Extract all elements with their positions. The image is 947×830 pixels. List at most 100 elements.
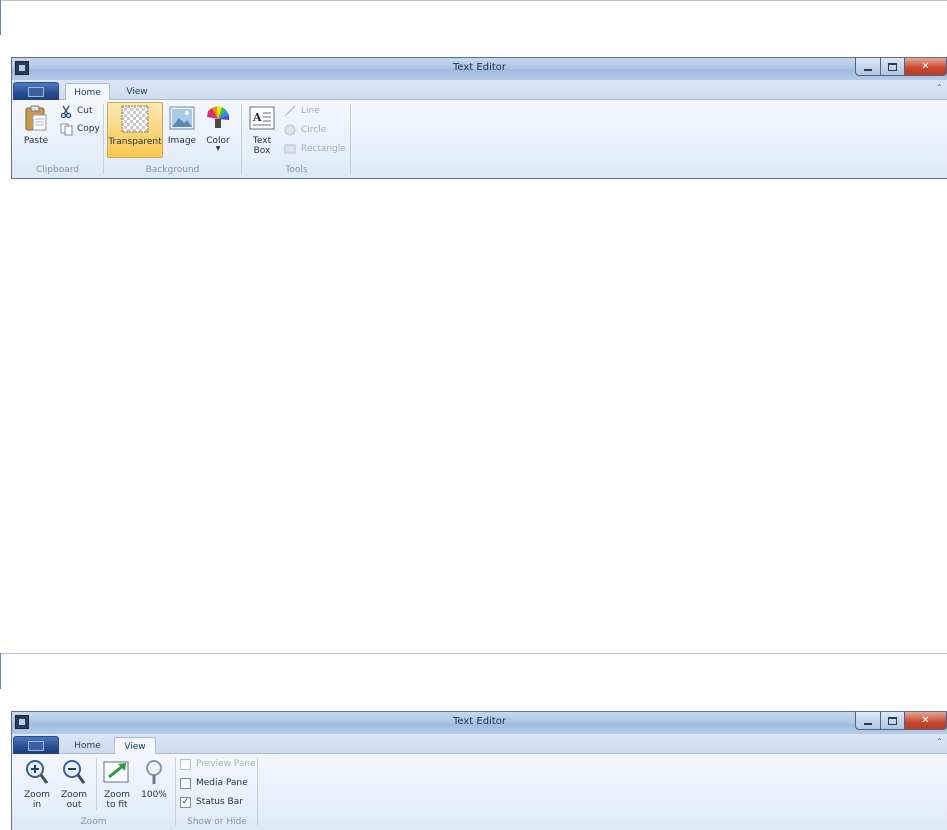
- media-pane-label: Media Pane: [196, 778, 248, 788]
- zoom-out-label-line1: Zoom: [61, 790, 87, 800]
- text-editor-window-home: Text Editor ✕ Home View ⌃ Paste Cut Copy…: [11, 57, 947, 179]
- copy-button[interactable]: Copy: [59, 121, 100, 137]
- section-divider: [0, 653, 947, 654]
- window-title: Text Editor: [453, 62, 506, 73]
- magnifier-icon: [138, 757, 170, 787]
- paste-label: Paste: [23, 136, 49, 146]
- close-icon: ✕: [921, 714, 930, 726]
- title-bar[interactable]: Text Editor ✕: [12, 58, 947, 80]
- cut-button[interactable]: Cut: [59, 103, 93, 119]
- line-button[interactable]: Line: [283, 103, 320, 119]
- checkbox-box: [180, 777, 191, 789]
- checkbox-box: [180, 758, 191, 770]
- zoom-group: Zoom in Zoom out Zoom to fit 100% Zoom: [12, 754, 175, 830]
- title-bar[interactable]: Text Editor ✕: [12, 712, 947, 734]
- circle-icon: [283, 123, 297, 137]
- ribbon-collapse-button[interactable]: ⌃: [936, 737, 943, 746]
- rectangle-label: Rectangle: [301, 144, 346, 154]
- rectangle-icon: [283, 142, 297, 156]
- ribbon-tab-row: Home View ⌃: [12, 734, 947, 756]
- group-separator: [175, 758, 176, 826]
- transparent-label: Transparent: [108, 137, 162, 147]
- zoom-out-button[interactable]: Zoom out: [58, 757, 90, 810]
- clipboard-group: Paste Cut Copy Clipboard: [12, 100, 103, 178]
- zoom-to-fit-icon: [101, 757, 133, 787]
- show-or-hide-group: Preview Pane Media Pane ✓ Status Bar Sho…: [177, 754, 257, 830]
- show-or-hide-group-label: Show or Hide: [187, 817, 247, 827]
- text-box-icon: A: [246, 103, 278, 133]
- maximize-button[interactable]: [881, 712, 905, 730]
- group-separator: [350, 104, 351, 174]
- text-box-label-line2: Box: [253, 146, 271, 156]
- tools-group: A Text Box Line Circle Rectangle Tools: [243, 100, 350, 178]
- copy-label: Copy: [77, 124, 100, 134]
- group-separator: [96, 758, 97, 810]
- rectangle-button[interactable]: Rectangle: [283, 141, 346, 157]
- svg-text:A: A: [252, 111, 262, 124]
- zoom-to-fit-label-line1: Zoom: [104, 790, 130, 800]
- app-menu-icon: [28, 86, 44, 97]
- zoom-out-label-line2: out: [66, 800, 82, 810]
- close-button[interactable]: ✕: [905, 712, 947, 730]
- background-group: Transparent Image Color ▼ Background: [105, 100, 240, 178]
- zoom-in-label-line2: in: [32, 800, 42, 810]
- paste-button[interactable]: Paste: [18, 103, 54, 146]
- line-icon: [283, 104, 297, 118]
- scissors-icon: [59, 104, 73, 118]
- section-divider: [0, 0, 947, 1]
- zoom-in-label-line1: Zoom: [24, 790, 50, 800]
- check-icon: ✓: [180, 796, 191, 808]
- tab-view-label: View: [126, 87, 148, 97]
- maximize-icon: [888, 716, 897, 725]
- application-menu-button[interactable]: [13, 82, 59, 100]
- background-group-label: Background: [145, 165, 200, 175]
- clipboard-group-label: Clipboard: [36, 165, 79, 175]
- zoom-in-icon: [21, 757, 53, 787]
- tab-home-label: Home: [74, 88, 101, 98]
- maximize-button[interactable]: [881, 58, 905, 76]
- minimize-button[interactable]: [855, 58, 881, 76]
- zoom-out-icon: [58, 757, 90, 787]
- close-icon: ✕: [921, 60, 930, 72]
- section-divider-tick: [0, 0, 1, 35]
- maximize-icon: [888, 62, 897, 71]
- zoom-100-button[interactable]: 100%: [138, 757, 170, 800]
- transparent-button[interactable]: Transparent: [107, 102, 163, 158]
- circle-button[interactable]: Circle: [283, 122, 326, 138]
- image-button[interactable]: Image: [166, 103, 198, 146]
- app-menu-icon: [28, 740, 44, 751]
- window-title: Text Editor: [453, 716, 506, 727]
- tab-view[interactable]: View: [113, 83, 161, 101]
- line-label: Line: [301, 106, 320, 116]
- zoom-to-fit-label-line2: to fit: [106, 800, 128, 810]
- media-pane-checkbox[interactable]: Media Pane: [180, 775, 248, 791]
- close-button[interactable]: ✕: [905, 58, 947, 76]
- zoom-to-fit-button[interactable]: Zoom to fit: [100, 757, 134, 810]
- preview-pane-label: Preview Pane: [196, 759, 256, 769]
- copy-icon: [59, 122, 73, 136]
- page: Text Editor ✕ Home View ⌃ Paste Cut Copy…: [0, 0, 947, 830]
- tab-home-label: Home: [74, 741, 101, 751]
- zoom-in-button[interactable]: Zoom in: [21, 757, 53, 810]
- zoom-group-label: Zoom: [80, 817, 107, 827]
- dropdown-arrow-icon: ▼: [215, 145, 221, 152]
- tools-group-label: Tools: [285, 165, 308, 175]
- status-bar-checkbox[interactable]: ✓ Status Bar: [180, 794, 243, 810]
- chevron-up-icon: ⌃: [936, 737, 943, 746]
- tab-home[interactable]: Home: [65, 737, 110, 755]
- group-separator: [103, 104, 104, 174]
- paste-icon: [20, 103, 52, 133]
- application-menu-button[interactable]: [13, 736, 59, 754]
- ribbon-collapse-button[interactable]: ⌃: [936, 83, 943, 92]
- color-button[interactable]: Color ▼: [201, 103, 235, 152]
- minimize-button[interactable]: [855, 712, 881, 730]
- tab-view-label: View: [124, 742, 146, 752]
- minimize-icon: [864, 68, 872, 71]
- text-box-label-line1: Text: [252, 136, 272, 146]
- ribbon-view: Zoom in Zoom out Zoom to fit 100% Zoom P…: [12, 754, 947, 830]
- text-box-button[interactable]: A Text Box: [247, 103, 277, 156]
- group-separator: [241, 104, 242, 174]
- image-label: Image: [167, 136, 197, 146]
- status-bar-label: Status Bar: [196, 797, 243, 807]
- preview-pane-checkbox[interactable]: Preview Pane: [180, 756, 256, 772]
